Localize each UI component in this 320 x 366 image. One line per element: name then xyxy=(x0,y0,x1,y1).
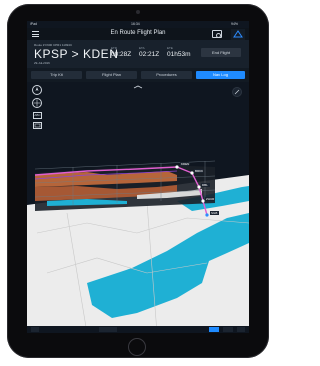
origin-airport: KPSP xyxy=(34,47,68,61)
etd-block: ETD 00:28Z xyxy=(111,46,131,58)
waypoint-marker[interactable] xyxy=(190,171,194,175)
compass-button[interactable] xyxy=(32,85,42,95)
more-button[interactable] xyxy=(237,327,245,332)
camera-view-button[interactable] xyxy=(33,122,42,129)
status-bar: iPad 16:34 94% xyxy=(27,21,249,28)
tab-trip-kit[interactable]: Trip Kit xyxy=(31,71,82,79)
tab-flight-plan[interactable]: Flight Plan xyxy=(86,71,137,79)
scale-control[interactable] xyxy=(99,327,117,332)
ipad-frame: iPad 16:34 94% En Route Flight Plan Rout… xyxy=(7,4,269,358)
status-carrier: iPad xyxy=(30,22,38,26)
aircraft-position xyxy=(205,213,209,217)
waypoint-marker[interactable] xyxy=(175,165,179,169)
status-time: 16:34 xyxy=(131,22,140,26)
waypoint-label: ZHUR xyxy=(206,197,215,201)
eta-label: ETA xyxy=(139,46,145,50)
airport-filter-button[interactable]: ABC xyxy=(33,112,42,119)
waypoint-marker[interactable] xyxy=(197,185,201,189)
center-location-button[interactable] xyxy=(32,98,42,108)
camera-icon[interactable] xyxy=(212,30,222,38)
route-separator: > xyxy=(71,47,80,61)
map-canvas[interactable]: KDEN BRKK DBL ZHUR SGB xyxy=(27,83,249,333)
waypoint-label: BRKK xyxy=(195,169,203,173)
active-layer-button[interactable] xyxy=(209,327,219,332)
waypoint-marker[interactable] xyxy=(201,199,205,203)
navigation-bar: En Route Flight Plan xyxy=(27,28,249,41)
flight-date: 29-Jul-2016 xyxy=(34,61,50,65)
front-camera xyxy=(136,10,140,14)
compass-icon xyxy=(35,87,39,91)
home-button[interactable] xyxy=(128,338,146,356)
waypoint-label: KDEN xyxy=(181,162,189,166)
bottom-toolbar xyxy=(27,326,249,333)
panel-handle-icon[interactable] xyxy=(128,84,148,90)
ete-block: ETE 01h53m xyxy=(167,46,191,58)
status-battery: 94% xyxy=(231,22,239,26)
etd-label: ETD xyxy=(111,46,117,50)
etd-value: 00:28Z xyxy=(111,51,132,58)
eta-block: ETA 02:21Z xyxy=(139,46,159,58)
map-pin-icon xyxy=(233,30,243,38)
layers-button[interactable] xyxy=(31,327,39,332)
crosshair-icon xyxy=(33,99,41,107)
ete-value: 01h53m xyxy=(167,51,191,58)
section-tabs: Trip Kit Flight Plan Procedures Nav Log xyxy=(27,68,249,82)
app-screen: iPad 16:34 94% En Route Flight Plan Rout… xyxy=(27,21,249,333)
camera-view-icon xyxy=(34,123,41,128)
eta-value: 02:21Z xyxy=(139,51,160,58)
expand-view-button[interactable] xyxy=(232,87,242,97)
waypoint-label: SGB xyxy=(211,211,217,215)
flight-summary: Route # F900 CPR1 11994C KPSP > KDEN 29-… xyxy=(27,40,249,68)
end-flight-button[interactable]: End Flight xyxy=(201,48,241,57)
ete-label: ETE xyxy=(167,46,173,50)
expand-icon xyxy=(234,89,240,95)
tab-nav-log[interactable]: Nav Log xyxy=(196,71,245,79)
route-title: KPSP > KDEN xyxy=(34,47,118,61)
settings-button[interactable] xyxy=(223,327,233,332)
map-view[interactable]: KDEN BRKK DBL ZHUR SGB ABC xyxy=(27,83,249,333)
waypoint-label: DBL xyxy=(202,183,208,187)
tab-procedures[interactable]: Procedures xyxy=(141,71,192,79)
